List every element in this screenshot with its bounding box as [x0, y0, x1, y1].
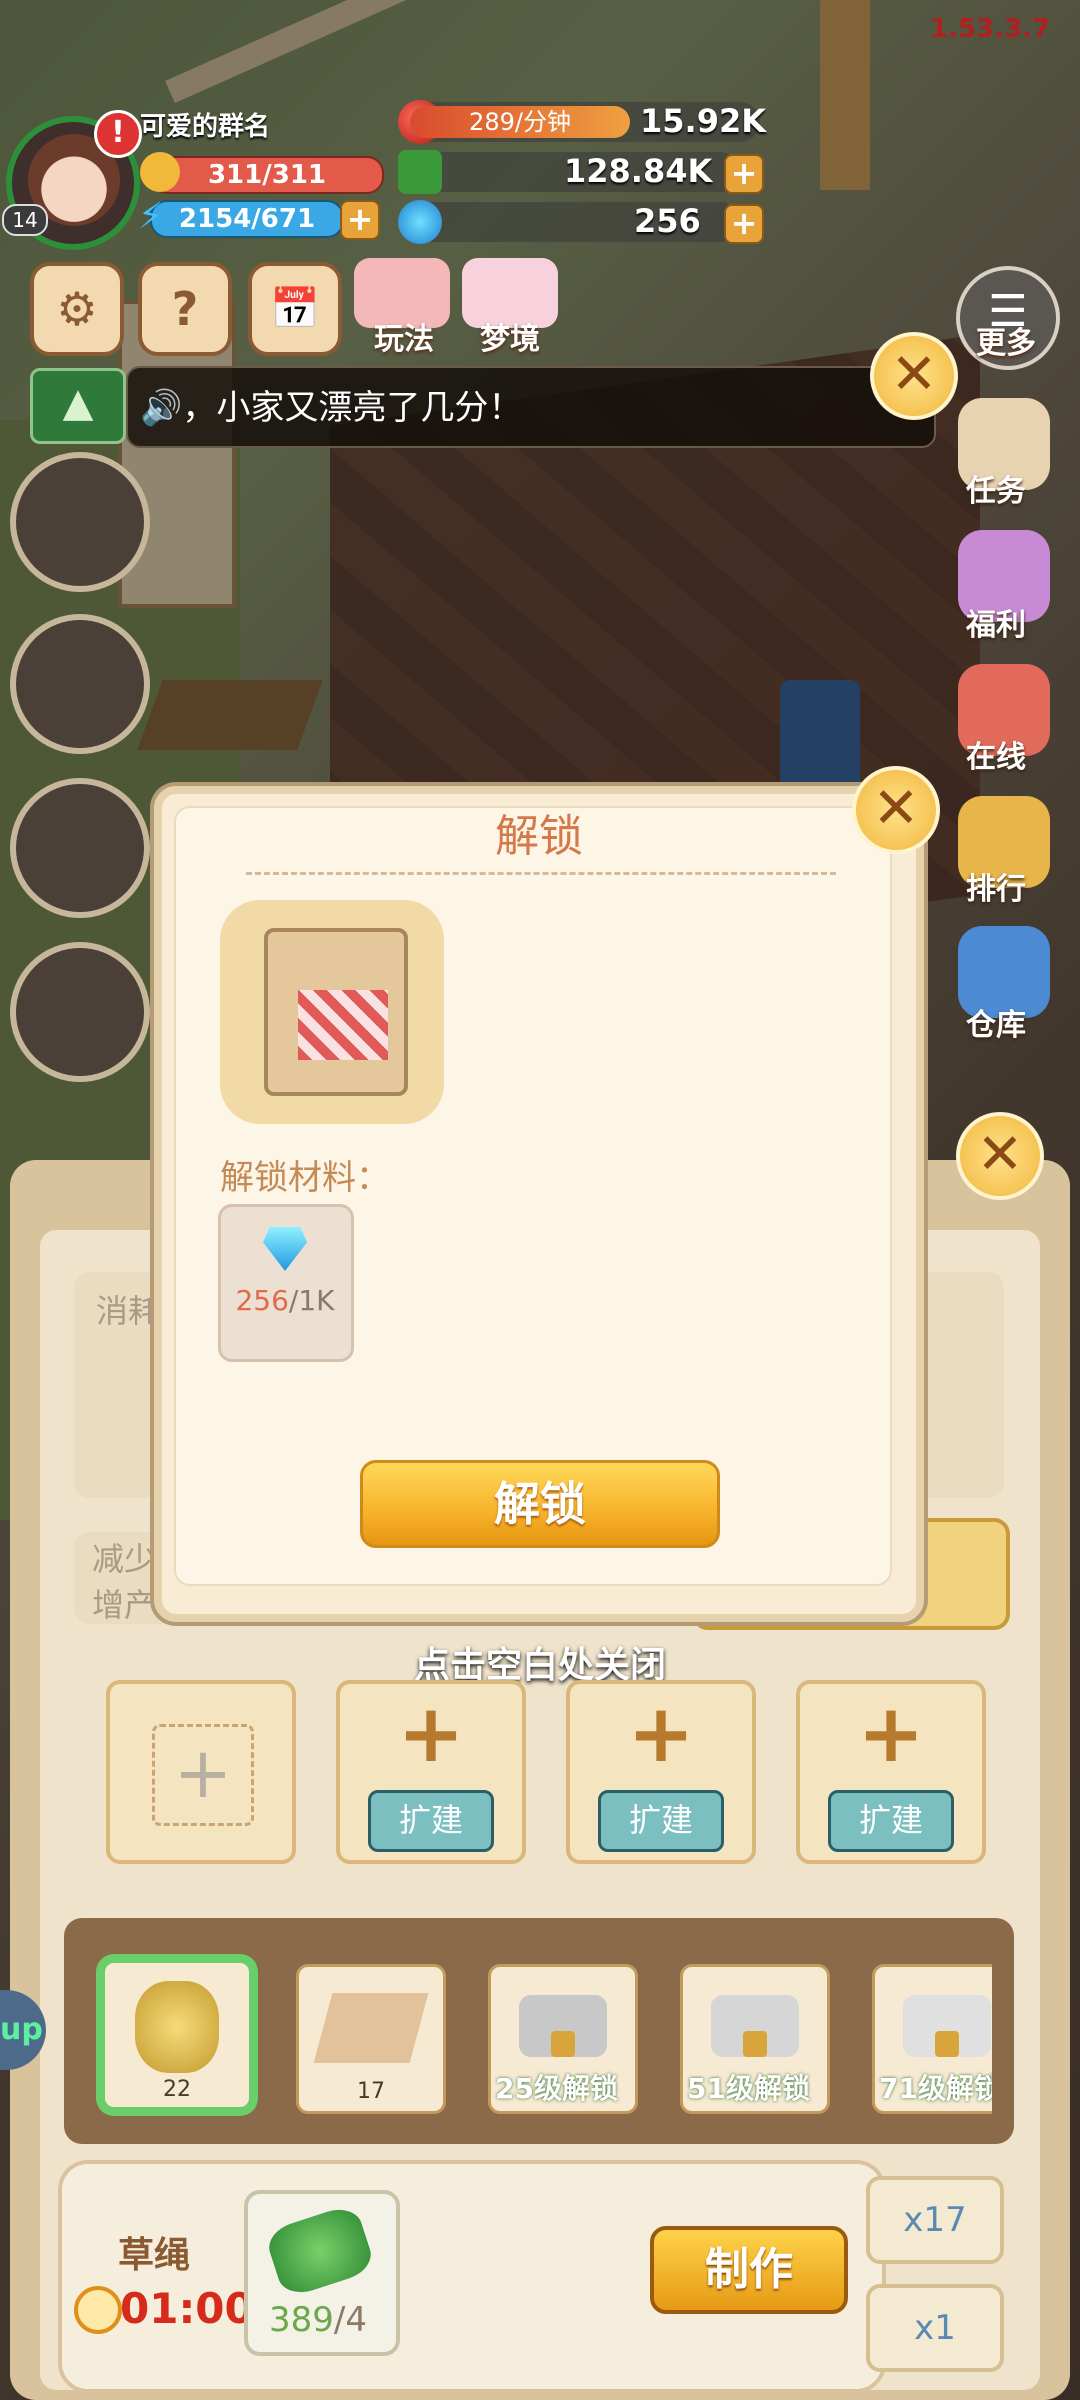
player-name: 可爱的群名	[140, 112, 271, 142]
welfare-button[interactable]: 福利	[936, 600, 1056, 644]
cloth-icon	[313, 1993, 429, 2063]
material-need: /1K	[288, 1284, 335, 1317]
dashed-box: +	[152, 1724, 254, 1826]
expand-button-2[interactable]: 扩建	[598, 1790, 724, 1852]
play-button[interactable]: 玩法	[356, 314, 452, 358]
item-count: 17	[357, 2079, 385, 2104]
ingredient-need: /4	[333, 2300, 367, 2340]
grass-bundle-icon	[263, 2202, 377, 2300]
dialog-divider	[246, 872, 836, 875]
reduce-label: 减少	[92, 1540, 157, 1578]
recipe-rope[interactable]: 22	[102, 1960, 252, 2110]
cash-value: 128.84K	[564, 152, 713, 190]
gems-value: 256	[634, 202, 701, 240]
ingredient-count: 389/4	[244, 2300, 392, 2340]
recipe-cloth[interactable]: 17	[296, 1964, 446, 2114]
materials-label: 解锁材料：	[220, 1158, 390, 1198]
close-panel-button[interactable]: ✕	[956, 1112, 1044, 1200]
production-rate: 289/分钟	[410, 106, 630, 138]
lock-icon	[743, 2031, 767, 2057]
rope-icon	[135, 1981, 219, 2073]
hp-icon	[140, 152, 180, 192]
multiplier-17-button[interactable]: x17	[866, 2176, 1004, 2264]
gem-icon	[263, 1227, 307, 1271]
make-button[interactable]: 制作	[650, 2226, 848, 2314]
close-dialog-button[interactable]: ✕	[852, 766, 940, 854]
level-badge: 14	[2, 204, 48, 236]
crossbow-tool-icon[interactable]	[10, 778, 150, 918]
add-gems-button[interactable]: +	[724, 204, 764, 244]
item-count: 22	[163, 2077, 191, 2102]
settings-button[interactable]: ⚙	[30, 262, 124, 356]
warehouse-button[interactable]: 仓库	[936, 1000, 1056, 1044]
hp-bar: 311/311	[150, 156, 384, 194]
material-count: 256/1K	[218, 1284, 352, 1317]
add-cash-button[interactable]: +	[724, 154, 764, 194]
lightning-icon: ⚡	[138, 196, 164, 237]
slot-add[interactable]: +	[106, 1680, 296, 1864]
plus-icon: +	[857, 1687, 925, 1780]
material-have: 256	[235, 1284, 289, 1317]
energy-bar: 2154/671	[150, 200, 344, 238]
collapse-up-button[interactable]: ▲	[30, 368, 126, 444]
multiplier-1-button[interactable]: x1	[866, 2284, 1004, 2372]
counter-tool-icon[interactable]	[10, 614, 150, 754]
shelf-clip: 71级解锁	[872, 1964, 992, 2114]
close-notice-button[interactable]: ✕	[870, 332, 958, 420]
loom-cloth	[298, 990, 388, 1060]
recipe-locked-25[interactable]: 25级解锁	[488, 1964, 638, 2114]
notice-message: ，小家又漂亮了几分！	[182, 388, 523, 428]
table-tool-icon[interactable]	[10, 942, 150, 1082]
lock-icon	[935, 2031, 959, 2057]
expand-button-3[interactable]: 扩建	[828, 1790, 954, 1852]
ingredient-have: 389	[269, 2300, 334, 2340]
dream-button[interactable]: 梦境	[462, 314, 558, 358]
notice-text: 🔊，小家又漂亮了几分！	[140, 380, 522, 429]
ranking-button[interactable]: 排行	[936, 864, 1056, 908]
lock-label: 51级解锁	[687, 2072, 810, 2105]
gem-icon	[398, 200, 442, 244]
recipe-locked-51[interactable]: 51级解锁	[680, 1964, 830, 2114]
speaker-icon: 🔊	[140, 388, 183, 428]
production-timer: 01:00	[120, 2284, 254, 2333]
online-button[interactable]: 在线	[936, 732, 1056, 776]
expand-button-1[interactable]: 扩建	[368, 1790, 494, 1852]
timer-value: 01:00	[120, 2284, 254, 2333]
lock-label: 71级解锁	[879, 2072, 992, 2105]
material-card[interactable]	[218, 1204, 354, 1362]
cash-icon	[398, 150, 442, 194]
consume-label: 消耗	[96, 1292, 161, 1330]
lock-label: 25级解锁	[495, 2072, 618, 2105]
calendar-button[interactable]: 📅	[248, 262, 342, 356]
hearts-value: 15.92K	[640, 102, 767, 140]
version-label: 1.53.3.7	[930, 14, 1051, 44]
recipe-locked-71[interactable]: 71级解锁	[872, 1964, 992, 2114]
add-energy-button[interactable]: +	[340, 200, 380, 240]
lock-icon	[551, 2031, 575, 2057]
stopwatch-icon	[74, 2286, 122, 2334]
dialog-title: 解锁	[495, 811, 583, 862]
loom-icon	[220, 900, 444, 1124]
glove-tool-icon[interactable]	[10, 452, 150, 592]
plus-icon: +	[397, 1687, 465, 1780]
alert-badge[interactable]: !	[94, 110, 142, 158]
task-button[interactable]: 任务	[936, 466, 1056, 510]
plus-icon: +	[627, 1687, 695, 1780]
more-button[interactable]: 更多	[954, 318, 1058, 362]
help-button[interactable]: ?	[138, 262, 232, 356]
unlock-button[interactable]: 解锁	[360, 1460, 720, 1548]
product-name: 草绳	[118, 2235, 191, 2276]
